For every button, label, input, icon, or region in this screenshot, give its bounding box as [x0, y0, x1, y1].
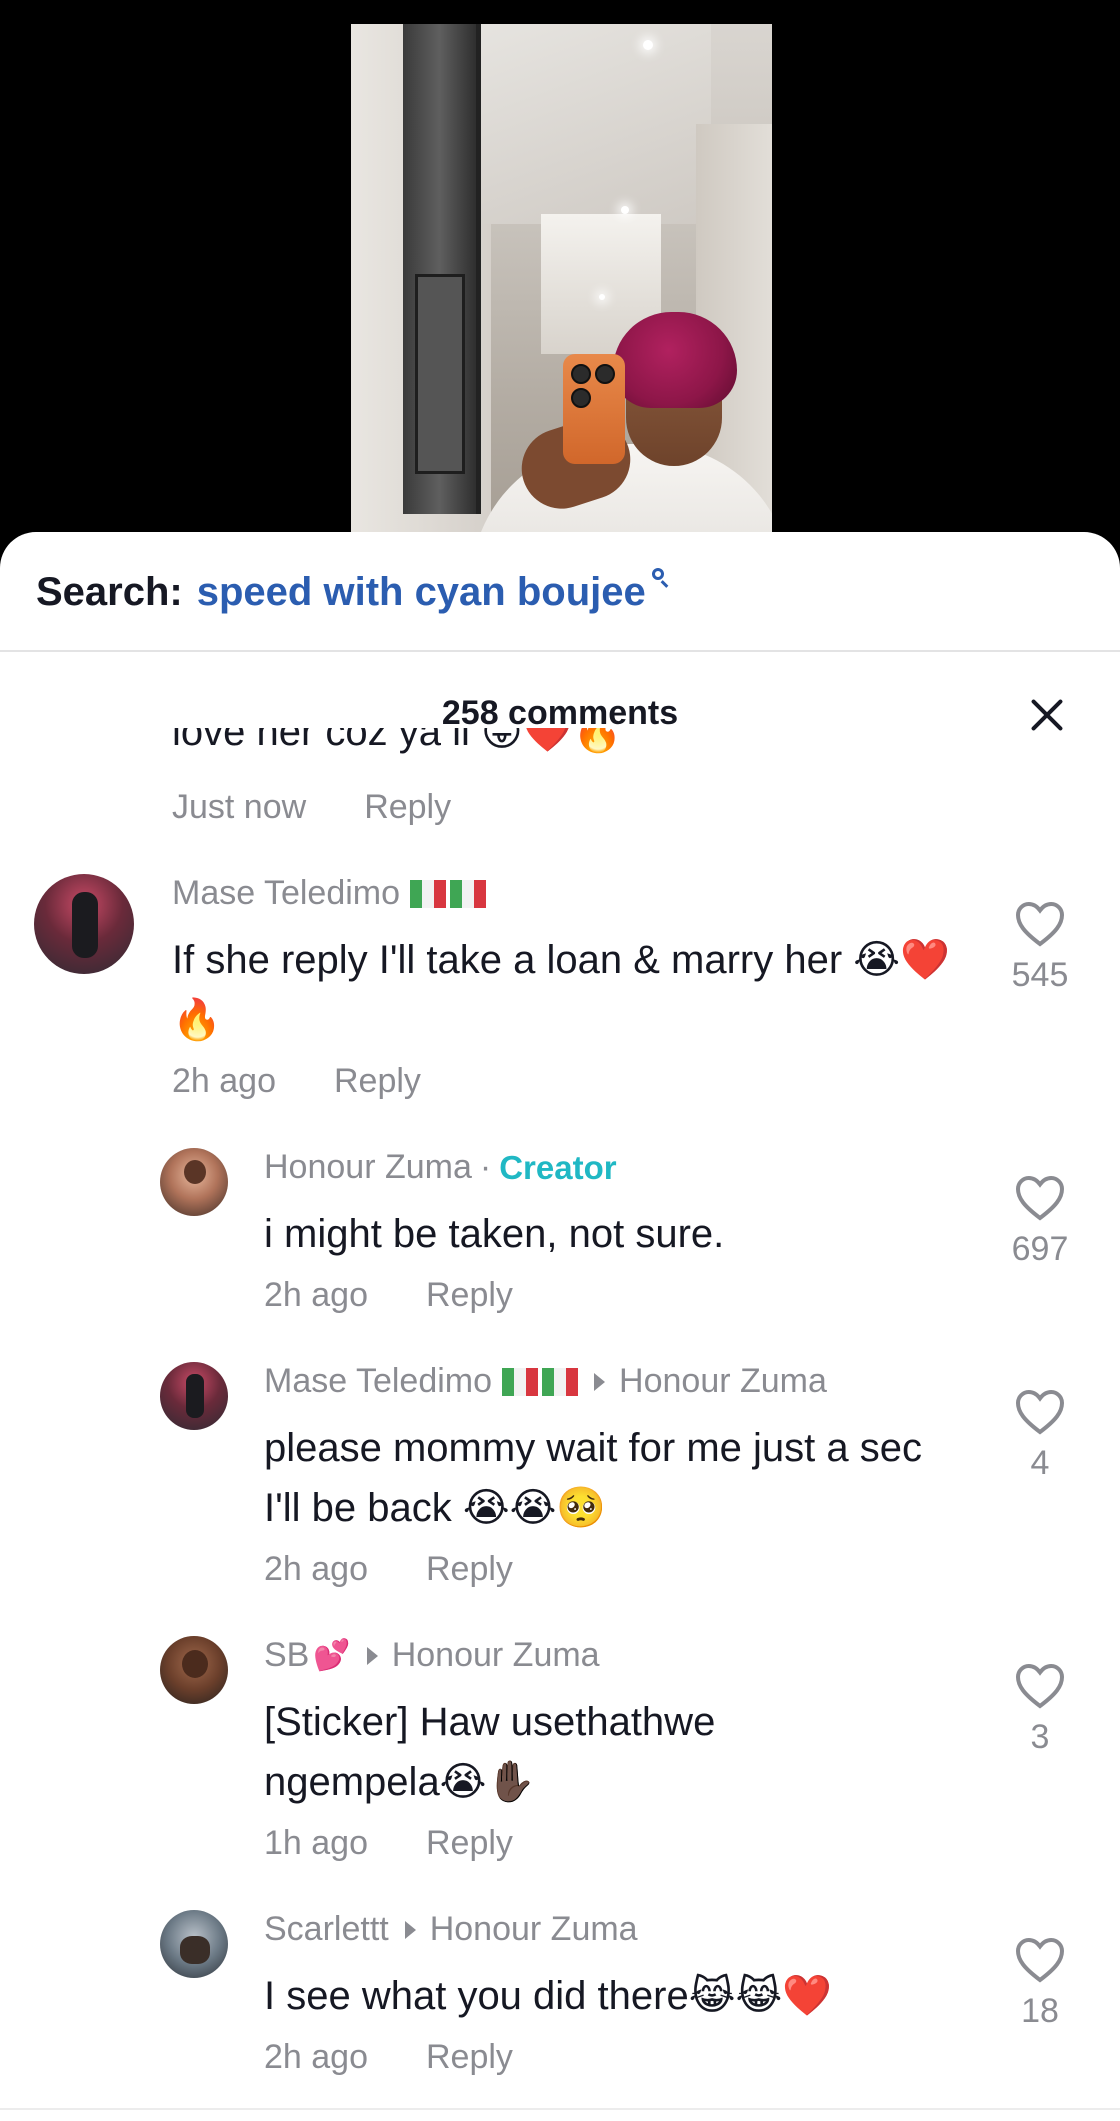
partial-comment-meta: Just now Reply [172, 788, 451, 827]
like-button[interactable]: 697 [990, 1174, 1090, 1269]
like-count: 545 [1011, 956, 1069, 994]
avatar[interactable] [160, 1362, 228, 1430]
reply-to-name[interactable]: Honour Zuma [392, 1636, 600, 1675]
search-icon[interactable] [650, 566, 670, 590]
comment-text: please mommy wait for me just a sec I'll… [264, 1426, 922, 1530]
avatar[interactable] [160, 1148, 228, 1216]
close-icon[interactable] [1022, 690, 1072, 740]
comment-meta: 2h ago Reply [264, 1276, 513, 1315]
heart-outline-icon [1015, 1663, 1065, 1709]
divider [0, 650, 1120, 652]
comment-time: Just now [172, 788, 307, 826]
comments-sheet: Search: speed with cyan boujee love her … [0, 532, 1120, 2121]
ceiling-light [599, 294, 605, 300]
comment-meta: 2h ago Reply [264, 2038, 513, 2077]
reply-button[interactable]: Reply [426, 2038, 513, 2077]
comment-time: 2h ago [264, 2038, 368, 2076]
search-label: Search: [36, 569, 183, 614]
reply-button[interactable]: Reply [334, 1062, 421, 1101]
comments-count-title: 258 comments [441, 694, 679, 732]
like-button[interactable]: 3 [990, 1662, 1090, 1757]
video-frame[interactable] [351, 24, 772, 560]
like-button[interactable]: 4 [990, 1388, 1090, 1483]
comment-author[interactable]: SB 💕 Honour Zuma [264, 1636, 600, 1675]
search-suggestion[interactable]: Search: speed with cyan boujee [36, 562, 670, 622]
comment-text: If she reply I'll take a loan & marry he… [172, 938, 950, 1042]
comment-text: I see what you did there😹😹❤️ [264, 1974, 832, 2018]
comment-meta: 1h ago Reply [264, 1824, 513, 1863]
heart-outline-icon [1015, 1175, 1065, 1221]
heart-outline-icon [1015, 1389, 1065, 1435]
search-query-link[interactable]: speed with cyan boujee [197, 570, 646, 615]
like-count: 18 [1021, 1992, 1059, 2030]
comment-author[interactable]: Scarlettt Honour Zuma [264, 1910, 638, 1949]
like-count: 697 [1011, 1230, 1069, 1268]
like-count: 4 [1030, 1444, 1050, 1482]
comment-time: 2h ago [264, 1550, 368, 1588]
comment-author[interactable]: Mase Teledimo Honour Zuma [264, 1362, 827, 1401]
ceiling-light [643, 40, 653, 50]
comment-text: [Sticker] Haw usethathwe ngempela😭✋🏿 [264, 1700, 716, 1804]
comment-text: i might be taken, not sure. [264, 1212, 725, 1256]
author-name[interactable]: Honour Zuma [264, 1148, 472, 1187]
comment-meta: 2h ago Reply [172, 1062, 421, 1101]
creator-badge: Creator [499, 1148, 617, 1186]
like-button[interactable]: 18 [990, 1936, 1090, 2031]
avatar[interactable] [160, 1636, 228, 1704]
video-player[interactable] [0, 0, 1120, 560]
reply-button[interactable]: Reply [426, 1550, 513, 1589]
hearts-emoji: 💕 [313, 1639, 351, 1672]
heart-outline-icon [1015, 1937, 1065, 1983]
comment-author[interactable]: Mase Teledimo [172, 874, 487, 913]
heart-outline-icon [1015, 901, 1065, 947]
reply-button[interactable]: Reply [364, 788, 451, 827]
divider [0, 2108, 1120, 2110]
author-name[interactable]: Mase Teledimo [264, 1362, 492, 1401]
comment-time: 1h ago [264, 1824, 368, 1862]
reply-to-name[interactable]: Honour Zuma [619, 1362, 827, 1401]
like-count: 3 [1030, 1718, 1050, 1756]
reply-to-name[interactable]: Honour Zuma [430, 1910, 638, 1949]
comment-author[interactable]: Honour Zuma · Creator [264, 1148, 617, 1187]
flag-icon [410, 879, 487, 908]
comment-time: 2h ago [172, 1062, 276, 1100]
reply-button[interactable]: Reply [426, 1824, 513, 1863]
ceiling-light [621, 206, 629, 214]
avatar[interactable] [160, 1910, 228, 1978]
like-button[interactable]: 545 [990, 900, 1090, 995]
video-door [403, 24, 481, 514]
reply-arrow-icon [366, 1646, 378, 1665]
reply-button[interactable]: Reply [426, 1276, 513, 1315]
comment-time: 2h ago [264, 1276, 368, 1314]
avatar[interactable] [34, 874, 134, 974]
comment-meta: 2h ago Reply [264, 1550, 513, 1589]
author-name[interactable]: Mase Teledimo [172, 874, 400, 913]
reply-arrow-icon [404, 1920, 416, 1939]
author-name[interactable]: Scarlettt [264, 1910, 389, 1949]
reply-arrow-icon [594, 1372, 606, 1391]
author-name[interactable]: SB [264, 1636, 309, 1675]
flag-icon [502, 1367, 579, 1396]
video-phone [563, 354, 625, 464]
partial-comment-text: love her coz ya ll 😛❤️🔥 [172, 728, 623, 754]
